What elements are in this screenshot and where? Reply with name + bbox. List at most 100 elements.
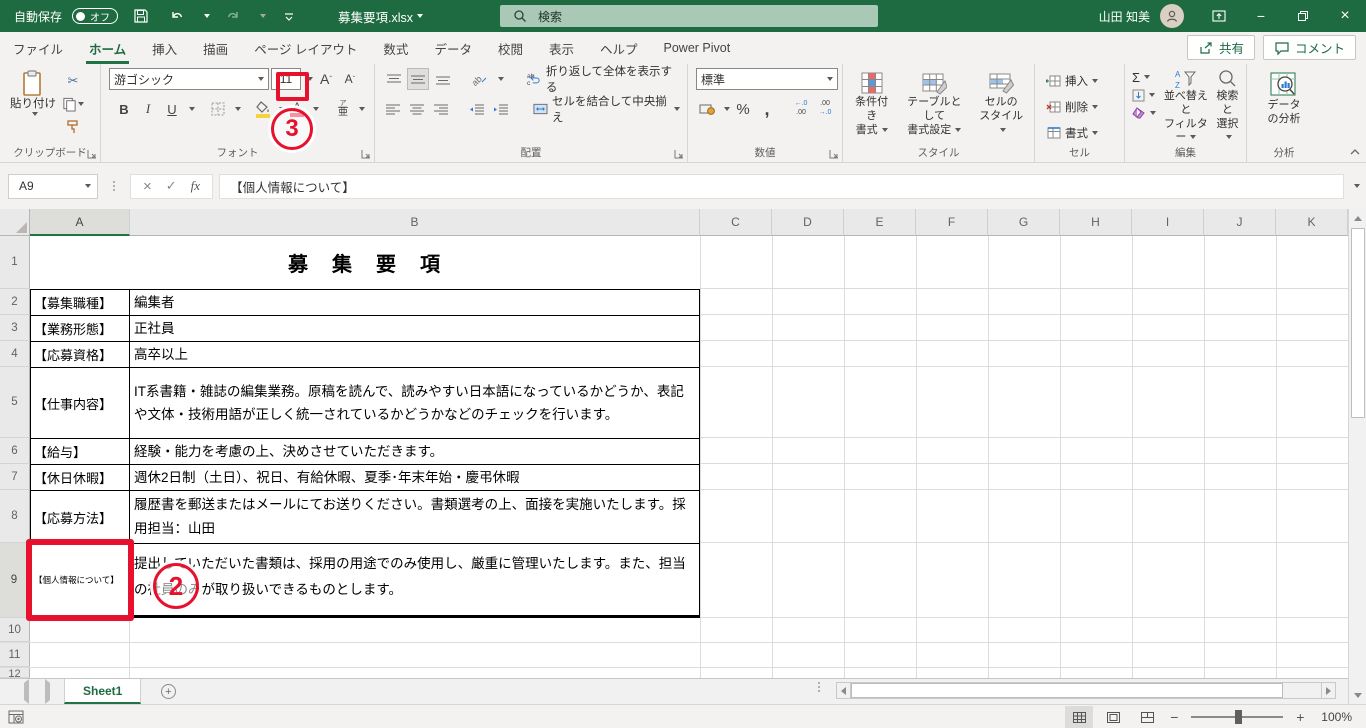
phonetic-guide-dropdown[interactable] <box>359 107 365 111</box>
cell-b8[interactable]: 履歴書を郵送またはメールにてお送りください。書類選考の上、面接を実施いたします。… <box>130 490 700 543</box>
wrap-text-button[interactable]: ab c 折り返して全体を表示する <box>523 66 683 94</box>
cell-a9-selected[interactable]: 【個人情報について】 <box>30 543 130 618</box>
tab-insert[interactable]: 挿入 <box>139 32 190 64</box>
cell-a3[interactable]: 【業務形態】 <box>30 315 130 341</box>
fill-color-dropdown[interactable] <box>279 107 285 111</box>
page-break-preview-button[interactable] <box>1133 706 1161 728</box>
zoom-level[interactable]: 100% <box>1321 710 1352 724</box>
copy-dropdown[interactable] <box>78 102 84 106</box>
align-middle-button[interactable] <box>407 68 429 90</box>
decrease-font-size-button[interactable]: Aˇ <box>339 68 361 90</box>
cancel-entry-button[interactable]: × <box>143 178 152 195</box>
bold-button[interactable]: B <box>113 98 135 120</box>
paste-button[interactable]: 貼り付け <box>4 68 62 118</box>
zoom-in-button[interactable]: + <box>1293 709 1307 725</box>
merge-center-dropdown[interactable] <box>674 107 681 111</box>
save-button[interactable] <box>128 3 154 29</box>
document-title[interactable]: 募集要項.xlsx <box>338 7 424 26</box>
autosum-dropdown[interactable] <box>1144 75 1151 79</box>
collapse-ribbon-button[interactable] <box>1350 148 1360 156</box>
accounting-format-dropdown[interactable] <box>724 107 730 111</box>
column-header-h[interactable]: H <box>1060 209 1132 236</box>
decrease-indent-button[interactable] <box>467 98 488 120</box>
row-header-1[interactable]: 1 <box>0 236 30 289</box>
column-header-i[interactable]: I <box>1132 209 1204 236</box>
font-name-combo[interactable]: 游ゴシック <box>109 68 269 90</box>
underline-dropdown[interactable] <box>189 107 195 111</box>
undo-dropdown[interactable] <box>204 14 211 18</box>
column-header-c[interactable]: C <box>700 209 772 236</box>
tab-review[interactable]: 校閲 <box>485 32 536 64</box>
row-header-2[interactable]: 2 <box>0 289 30 315</box>
cell-a6[interactable]: 【給与】 <box>30 438 130 464</box>
new-sheet-button[interactable]: + <box>155 679 181 704</box>
autosum-button[interactable]: Σ <box>1129 69 1159 85</box>
fill-color-button[interactable] <box>253 98 273 120</box>
format-as-table-button[interactable]: テーブルとして 書式設定 <box>896 70 972 139</box>
cell-b5[interactable]: IT系書籍・雑誌の編集業務。原稿を読んで、読みやすい日本語になっているかどうか、… <box>130 367 700 438</box>
scroll-right-button[interactable] <box>1321 682 1336 699</box>
tab-home[interactable]: ホーム <box>76 32 139 64</box>
expand-formula-bar-button[interactable] <box>1344 184 1366 188</box>
delete-dropdown[interactable] <box>1092 105 1098 109</box>
horizontal-scrollbar[interactable] <box>836 682 1340 699</box>
tab-file[interactable]: ファイル <box>0 32 76 64</box>
sheet-tab-sheet1[interactable]: Sheet1 <box>64 679 142 704</box>
next-sheet-button[interactable] <box>45 678 50 704</box>
cell-a2[interactable]: 【募集職種】 <box>30 289 130 315</box>
redo-button[interactable] <box>220 3 246 29</box>
column-header-d[interactable]: D <box>772 209 844 236</box>
conditional-formatting-dropdown[interactable] <box>881 127 888 132</box>
cell-a4[interactable]: 【応募資格】 <box>30 341 130 367</box>
column-header-a[interactable]: A <box>30 209 130 236</box>
cell-b4[interactable]: 高卒以上 <box>130 341 700 367</box>
undo-button[interactable] <box>164 3 190 29</box>
row-header-10[interactable]: 10 <box>0 618 30 642</box>
row-header-4[interactable]: 4 <box>0 341 30 367</box>
align-top-button[interactable] <box>383 68 404 90</box>
find-select-button[interactable]: 検索と 選択 <box>1213 68 1242 145</box>
worksheet[interactable]: A B C D E F G H I J K 1 募 集 要 項 2 【募集職種】… <box>0 209 1349 680</box>
zoom-out-button[interactable]: − <box>1167 709 1181 725</box>
name-box[interactable]: A9 <box>8 173 98 199</box>
cell-a8[interactable]: 【応募方法】 <box>30 490 130 543</box>
insert-function-button[interactable]: fx <box>191 178 200 194</box>
row-header-11[interactable]: 11 <box>0 643 30 667</box>
cell-b9[interactable]: 提出していただいた書類は、採用の用途でのみ使用し、厳重に管理いたします。また、担… <box>130 543 700 618</box>
horizontal-scroll-thumb[interactable] <box>851 683 1283 698</box>
autosave-toggle[interactable]: オフ <box>72 8 119 24</box>
percent-style-button[interactable]: % <box>732 98 754 120</box>
align-center-button[interactable] <box>407 98 428 120</box>
minimize-button[interactable]: − <box>1240 0 1282 32</box>
column-header-f[interactable]: F <box>916 209 988 236</box>
comments-button[interactable]: コメント <box>1262 35 1356 60</box>
page-layout-view-button[interactable] <box>1099 706 1127 728</box>
zoom-slider[interactable] <box>1191 710 1284 724</box>
cell-b2[interactable]: 編集者 <box>130 289 700 315</box>
delete-cells-button[interactable]: 削除 <box>1043 96 1120 118</box>
row-header-7[interactable]: 7 <box>0 464 30 490</box>
increase-decimal-button[interactable]: ←.0.00 <box>790 98 812 120</box>
cell-b7[interactable]: 週休2日制（土日）、祝日、有給休暇、夏季･年末年始・慶弔休暇 <box>130 464 700 490</box>
italic-button[interactable]: I <box>137 98 159 120</box>
ribbon-display-options-button[interactable] <box>1198 0 1240 32</box>
fill-dropdown[interactable] <box>1149 93 1155 97</box>
merge-center-button[interactable]: セルを結合して中央揃え <box>530 96 683 124</box>
cell-b3[interactable]: 正社員 <box>130 315 700 341</box>
tab-draw[interactable]: 描画 <box>190 32 241 64</box>
format-as-table-dropdown[interactable] <box>955 127 962 132</box>
orientation-dropdown[interactable] <box>497 77 504 81</box>
conditional-formatting-button[interactable]: 条件付き 書式 <box>847 70 896 139</box>
decrease-decimal-button[interactable]: .00 →.0 <box>814 98 836 120</box>
underline-button[interactable]: U <box>161 98 183 120</box>
name-box-dropdown[interactable] <box>85 184 91 188</box>
comma-style-button[interactable]: , <box>756 98 778 120</box>
format-cells-button[interactable]: 書式 <box>1043 122 1120 144</box>
font-size-dropdown[interactable] <box>307 77 313 81</box>
cell-a7[interactable]: 【休日休暇】 <box>30 464 130 490</box>
tab-help[interactable]: ヘルプ <box>587 32 651 64</box>
macro-record-button[interactable] <box>8 710 24 724</box>
row-header-3[interactable]: 3 <box>0 315 30 341</box>
redo-dropdown[interactable] <box>260 14 267 18</box>
font-color-button[interactable]: A <box>287 98 307 120</box>
